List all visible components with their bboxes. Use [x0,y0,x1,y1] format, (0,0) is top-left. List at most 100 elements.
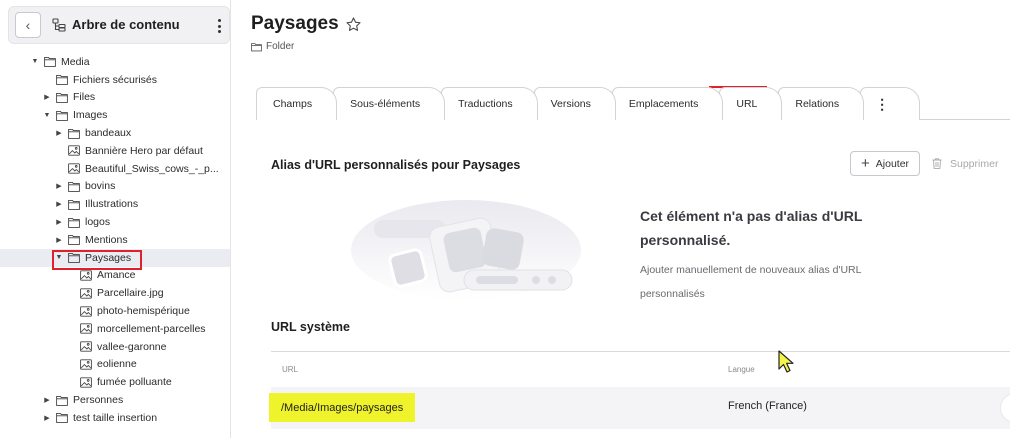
caret-right-icon[interactable]: ▶ [42,395,52,405]
tree-item-label: Personnes [73,394,124,407]
tab-label: Sous-éléments [350,98,421,110]
caret-right-icon[interactable]: ▶ [54,181,64,191]
folder-icon [68,217,80,228]
trash-icon [932,158,942,169]
collapse-sidebar-button[interactable]: ‹ [15,12,41,38]
sidebar-more-options-icon[interactable] [215,17,223,35]
caret-down-icon[interactable]: ▼ [42,110,52,120]
tree-item[interactable]: ▶ bandeaux [0,124,230,142]
tree-item[interactable]: ▶ Mentions [0,231,230,249]
tree-item[interactable]: ▶ Illustrations [0,195,230,213]
tree-item[interactable]: ▶Parcellaire.jpg [0,284,230,302]
column-header-url: URL [282,365,299,374]
folder-icon [68,253,80,264]
tab-bar: Champs Sous-éléments Traductions Versions Em… [256,87,921,120]
tree-item[interactable]: ▶fumée polluante [0,373,230,391]
star-favorite-icon[interactable] [345,16,362,33]
folder-icon [56,110,68,121]
folder-icon [251,42,262,51]
folder-icon [68,199,80,210]
element-type: Folder [251,41,294,52]
folder-icon [68,181,80,192]
add-alias-button[interactable]: + Ajouter [850,151,921,176]
caret-down-icon[interactable]: ▼ [30,57,40,67]
tab-url[interactable]: URL [719,87,783,120]
mouse-pointer-icon [778,350,794,373]
alias-heading: Alias d'URL personnalisés pour Paysages [271,158,521,172]
tree-structure-icon [52,18,66,32]
tab-sous-l-ments[interactable]: Sous-éléments [333,87,446,120]
tree-item-label: Amance [97,269,136,282]
tree-item[interactable]: ▶ test taille insertion [0,409,230,427]
add-alias-label: Ajouter [875,157,910,170]
chevron-left-icon: ‹ [25,17,31,33]
tree-item[interactable]: ▶ logos [0,213,230,231]
tree-item-label: Parcellaire.jpg [97,287,164,300]
sidebar-title: Arbre de contenu [72,17,180,32]
tree-item[interactable]: ▶ bovins [0,178,230,196]
tree-item-label: eolienne [97,358,137,371]
folder-icon [56,92,68,103]
tree-item[interactable]: ▶eolienne [0,356,230,374]
tree-item[interactable]: ▶ Personnes [0,391,230,409]
element-type-label: Folder [266,41,295,52]
tree-item[interactable]: ▶Beautiful_Swiss_cows_-_p... [0,160,230,178]
tree-item[interactable]: ▶morcellement-parcelles [0,320,230,338]
tab-label: Versions [550,98,591,110]
main-panel: Paysages Folder Champs Sous-éléments Tradu… [231,0,1010,438]
tab-relations[interactable]: Relations [778,87,865,120]
caret-right-icon[interactable]: ▶ [54,199,64,209]
row-action-button[interactable] [1000,393,1010,423]
caret-right-icon[interactable]: ▶ [42,413,52,423]
tree-item-label: Mentions [85,233,128,246]
empty-state-illustration [351,200,581,300]
tree-item[interactable]: ▶photo-hemispérique [0,302,230,320]
content-tree: ▼Media▶Fichiers sécurisés▶Files▼Images▶b… [0,53,230,427]
image-icon [80,323,92,334]
sidebar-header: ‹ Arbre de contenu [8,6,230,44]
image-icon [80,288,92,299]
system-url-table-header: URL Langue [271,351,1010,387]
tree-item[interactable]: ▶Amance [0,267,230,285]
tree-item-label: vallee-garonne [97,340,167,353]
tree-item-label: fumée polluante [97,376,172,389]
tree-item[interactable]: ▶vallee-garonne [0,338,230,356]
table-row: /Media/Images/paysages French (France) [269,387,1010,429]
tab-label: Emplacements [628,98,699,110]
empty-state-description: Ajouter manuellement de nouveaux alias d… [640,264,862,300]
tree-item[interactable]: ▶ Files [0,89,230,107]
tree-item[interactable]: ▼ Media [0,53,230,71]
image-icon [80,270,92,281]
tree-item[interactable]: ▶Fichiers sécurisés [0,71,230,89]
tab-traductions[interactable]: Traductions [441,87,538,120]
caret-right-icon[interactable]: ▶ [54,217,64,227]
tree-item-label: bovins [85,180,116,193]
plus-icon: + [861,155,870,172]
tree-item-label: Bannière Hero par défaut [85,144,203,157]
caret-right-icon[interactable]: ▶ [54,128,64,138]
caret-down-icon[interactable]: ▼ [54,253,64,263]
tree-item[interactable]: ▶Bannière Hero par défaut [0,142,230,160]
delete-alias-button[interactable]: Supprimer [932,151,998,176]
tab-emplacements[interactable]: Emplacements [611,87,724,120]
tree-item-label: morcellement-parcelles [97,322,206,335]
tree-item[interactable]: ▼ Paysages [0,248,230,267]
empty-state-title: Cet élément n'a pas d'alias d'URL person… [640,208,863,248]
tab-versions[interactable]: Versions [533,87,616,120]
system-url-language: French (France) [728,400,807,412]
tree-item[interactable]: ▼ Images [0,106,230,124]
page-title-text: Paysages [251,13,339,34]
caret-right-icon[interactable]: ▶ [42,92,52,102]
image-icon [68,163,80,174]
tab-more-options[interactable]: ⋮ [860,87,921,120]
tree-item-label: Media [61,55,90,68]
tree-item-label: Paysages [85,251,132,264]
tab-champs[interactable]: Champs [256,87,338,120]
system-url-value[interactable]: /Media/Images/paysages [269,393,416,422]
content-tree-sidebar: ‹ Arbre de contenu ▼ Media ▶Fichiers sécur… [0,0,231,438]
image-icon [80,341,92,352]
image-icon [80,305,92,317]
folder-icon [56,395,68,406]
caret-right-icon[interactable]: ▶ [54,235,64,245]
image-icon [68,145,80,157]
